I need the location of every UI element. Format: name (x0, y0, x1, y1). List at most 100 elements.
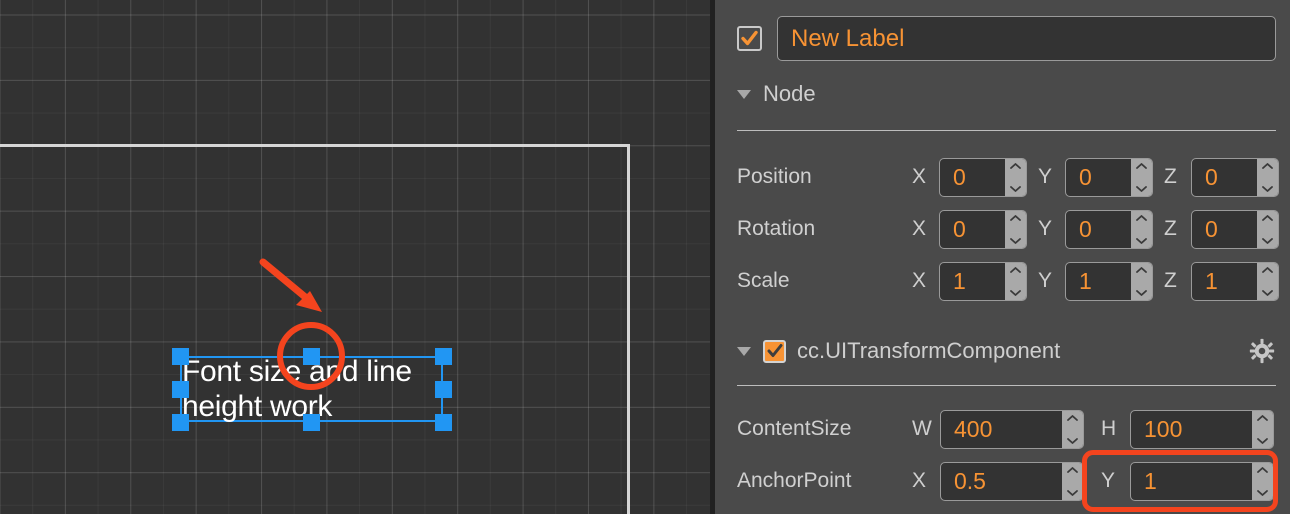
axis-label-rotation-z: Z (1164, 217, 1177, 240)
chevron-up-icon[interactable] (1135, 214, 1148, 222)
value-rotation-x: 0 (953, 215, 966, 242)
scene-viewport[interactable]: Font size and line height work (0, 0, 710, 514)
input-position-x[interactable]: 0 (939, 157, 1027, 197)
stepper-anchor-point-y[interactable] (1252, 462, 1273, 500)
value-position-x: 0 (953, 163, 966, 190)
stepper-scale-x[interactable] (1005, 262, 1026, 300)
stepper-content-size-w[interactable] (1062, 410, 1083, 448)
axis-label-position-y: Y (1038, 165, 1053, 188)
check-icon (767, 344, 782, 357)
axis-label-content-size-h: H (1101, 417, 1117, 440)
input-position-y[interactable]: 0 (1065, 157, 1153, 197)
check-icon (741, 30, 758, 45)
stepper-scale-y[interactable] (1131, 262, 1152, 300)
chevron-up-icon[interactable] (1066, 466, 1079, 474)
chevron-down-icon[interactable] (1261, 185, 1274, 193)
chevron-down-icon[interactable] (1135, 289, 1148, 297)
stepper-position-z[interactable] (1257, 158, 1278, 196)
value-content-size-h: 100 (1144, 415, 1183, 442)
input-content-size-w[interactable]: 400 (940, 409, 1084, 449)
stepper-content-size-h[interactable] (1252, 410, 1273, 448)
chevron-up-icon[interactable] (1066, 414, 1079, 422)
ui-transform-enabled-checkbox[interactable] (763, 339, 786, 363)
value-content-size-w: 400 (954, 415, 993, 442)
axis-label-scale-x: X (912, 269, 927, 292)
stepper-rotation-y[interactable] (1131, 210, 1152, 248)
input-position-z[interactable]: 0 (1191, 157, 1279, 197)
canvas-boundary-right (627, 144, 630, 514)
input-rotation-x[interactable]: 0 (939, 209, 1027, 249)
chevron-down-icon[interactable] (1066, 437, 1079, 445)
value-anchor-point-y: 1 (1144, 467, 1157, 494)
chevron-down-icon[interactable] (1066, 489, 1079, 497)
resize-handle-bottom-right[interactable] (434, 413, 452, 431)
section-divider-node (737, 130, 1276, 131)
stepper-position-y[interactable] (1131, 158, 1152, 196)
input-content-size-h[interactable]: 100 (1130, 409, 1274, 449)
chevron-up-icon[interactable] (1009, 214, 1022, 222)
stepper-scale-z[interactable] (1257, 262, 1278, 300)
node-header-row: New Label (737, 14, 1276, 62)
property-row-anchor-point: AnchorPoint X 0.5 Y 1 (737, 460, 1276, 502)
stepper-position-x[interactable] (1005, 158, 1026, 196)
input-scale-z[interactable]: 1 (1191, 261, 1279, 301)
value-anchor-point-x: 0.5 (954, 467, 986, 494)
property-label-scale: Scale (737, 269, 790, 292)
chevron-up-icon[interactable] (1261, 266, 1274, 274)
chevron-up-icon[interactable] (1256, 466, 1269, 474)
chevron-up-icon[interactable] (1009, 266, 1022, 274)
resize-handle-top-left[interactable] (171, 347, 189, 365)
canvas-boundary-top (0, 144, 630, 147)
chevron-down-icon[interactable] (1009, 185, 1022, 193)
node-name-input[interactable]: New Label (777, 15, 1276, 61)
chevron-down-icon[interactable] (1261, 289, 1274, 297)
value-position-z: 0 (1205, 163, 1218, 190)
chevron-up-icon[interactable] (1261, 162, 1274, 170)
property-row-position: Position X 0 Y 0 Z 0 (737, 156, 1279, 198)
chevron-up-icon[interactable] (1256, 414, 1269, 422)
chevron-down-icon[interactable] (1135, 237, 1148, 245)
axis-label-content-size-w: W (912, 417, 932, 440)
section-title-ui-transform: cc.UITransformComponent (797, 338, 1061, 363)
axis-label-position-x: X (912, 165, 927, 188)
triangle-down-icon[interactable] (737, 346, 751, 356)
input-rotation-y[interactable]: 0 (1065, 209, 1153, 249)
resize-handle-bottom-left[interactable] (171, 413, 189, 431)
chevron-down-icon[interactable] (1009, 289, 1022, 297)
input-anchor-point-x[interactable]: 0.5 (940, 461, 1084, 501)
section-title-node: Node (763, 81, 816, 106)
chevron-down-icon[interactable] (1256, 437, 1269, 445)
property-label-content-size: ContentSize (737, 417, 852, 440)
resize-handle-bottom-center[interactable] (302, 413, 320, 431)
resize-handle-middle-left[interactable] (171, 380, 189, 398)
chevron-down-icon[interactable] (1135, 185, 1148, 193)
chevron-up-icon[interactable] (1261, 214, 1274, 222)
editor-window: Font size and line height work New Label… (0, 0, 1290, 514)
resize-handle-middle-right[interactable] (434, 380, 452, 398)
axis-label-position-z: Z (1164, 165, 1177, 188)
annotation-circle (277, 322, 345, 390)
gear-icon[interactable] (1248, 337, 1276, 365)
triangle-down-icon[interactable] (737, 89, 751, 99)
resize-handle-top-right[interactable] (434, 347, 452, 365)
chevron-down-icon[interactable] (1009, 237, 1022, 245)
chevron-down-icon[interactable] (1256, 489, 1269, 497)
chevron-up-icon[interactable] (1135, 162, 1148, 170)
chevron-down-icon[interactable] (1261, 237, 1274, 245)
section-header-node[interactable]: Node (737, 79, 1276, 109)
stepper-anchor-point-x[interactable] (1062, 462, 1083, 500)
chevron-up-icon[interactable] (1135, 266, 1148, 274)
input-scale-y[interactable]: 1 (1065, 261, 1153, 301)
property-row-rotation: Rotation X 0 Y 0 Z 0 (737, 208, 1279, 250)
input-anchor-point-y[interactable]: 1 (1130, 461, 1274, 501)
property-row-scale: Scale X 1 Y 1 Z 1 (737, 260, 1279, 302)
node-enabled-checkbox[interactable] (737, 25, 762, 51)
input-rotation-z[interactable]: 0 (1191, 209, 1279, 249)
value-scale-z: 1 (1205, 267, 1218, 294)
section-header-ui-transform[interactable]: cc.UITransformComponent (737, 336, 1276, 366)
stepper-rotation-x[interactable] (1005, 210, 1026, 248)
component-options-button[interactable] (1248, 337, 1276, 365)
input-scale-x[interactable]: 1 (939, 261, 1027, 301)
stepper-rotation-z[interactable] (1257, 210, 1278, 248)
chevron-up-icon[interactable] (1009, 162, 1022, 170)
